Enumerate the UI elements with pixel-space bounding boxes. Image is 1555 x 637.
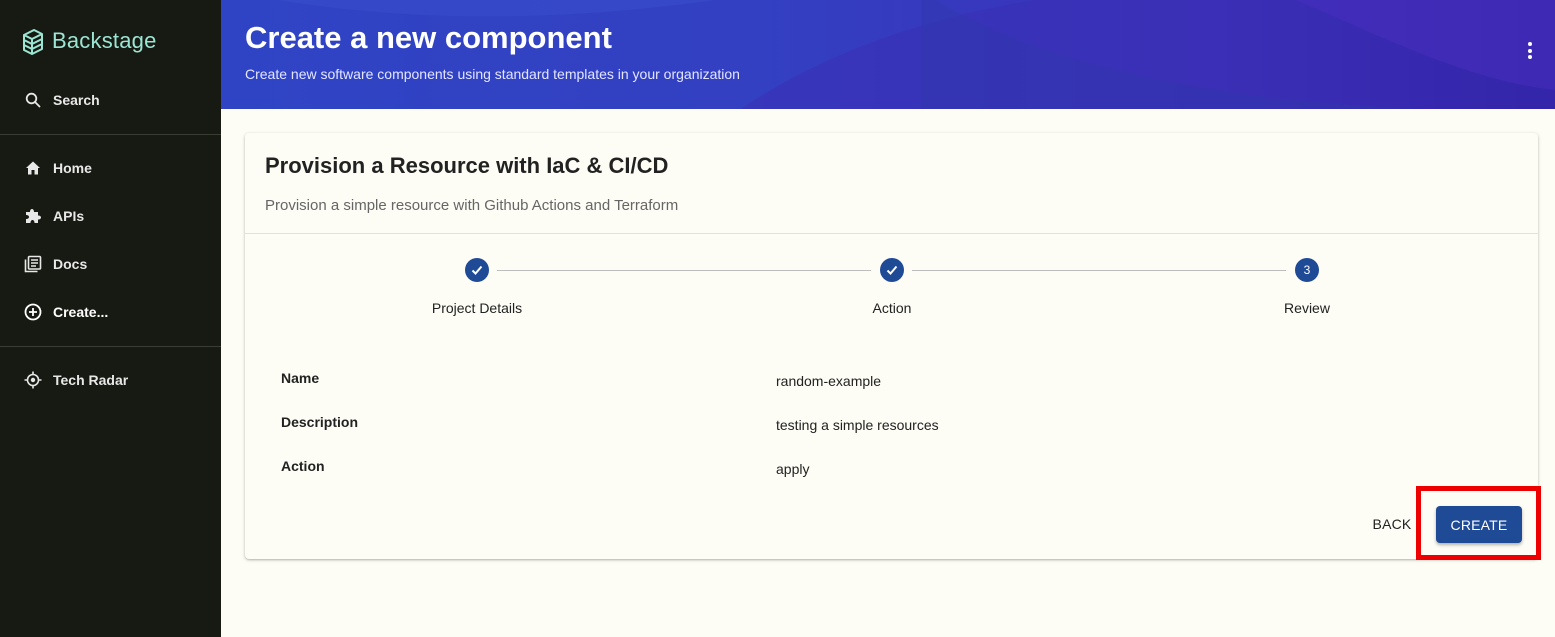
template-description: Provision a simple resource with Github … xyxy=(265,197,679,214)
step-number: 3 xyxy=(1295,258,1319,282)
sidebar-item-label: Create... xyxy=(53,304,109,320)
stepper-connector xyxy=(912,270,1286,271)
sidebar-divider xyxy=(0,134,221,135)
sidebar-item-search[interactable]: Search xyxy=(0,78,221,122)
sidebar-item-label: Tech Radar xyxy=(53,372,129,388)
sidebar-item-create[interactable]: Create... xyxy=(0,290,221,334)
step-label-action: Action xyxy=(872,300,912,316)
radar-icon xyxy=(24,371,42,389)
step-label-project-details: Project Details xyxy=(431,300,523,316)
page-header: Create a new component Create new softwa… xyxy=(221,0,1555,109)
sidebar-item-apis[interactable]: APIs xyxy=(0,194,221,238)
add-circle-icon xyxy=(24,303,42,321)
template-title: Provision a Resource with IaC & CI/CD xyxy=(265,153,669,178)
home-icon xyxy=(24,159,42,177)
step-label-review: Review xyxy=(1284,300,1330,316)
sidebar-divider xyxy=(0,346,221,347)
card-divider xyxy=(245,233,1538,234)
back-button[interactable]: BACK xyxy=(1365,511,1419,537)
puzzle-icon xyxy=(24,207,42,225)
review-value-description: testing a simple resources xyxy=(776,417,939,433)
page-title: Create a new component xyxy=(245,20,612,55)
review-label-description: Description xyxy=(281,414,359,430)
review-value-action: apply xyxy=(776,461,810,477)
docs-icon xyxy=(24,255,42,273)
stepper-connector xyxy=(497,270,871,271)
sidebar-item-docs[interactable]: Docs xyxy=(0,242,221,286)
backstage-logo-icon xyxy=(23,29,43,55)
sidebar-item-label: Home xyxy=(53,160,92,176)
review-label-action: Action xyxy=(281,458,325,474)
search-icon xyxy=(24,91,42,109)
step-completed-check-icon xyxy=(465,258,489,282)
sidebar-item-label: Docs xyxy=(53,256,88,272)
step-completed-check-icon xyxy=(880,258,904,282)
sidebar-item-tech-radar[interactable]: Tech Radar xyxy=(0,358,221,402)
sidebar-item-label: APIs xyxy=(53,208,85,224)
template-card: Provision a Resource with IaC & CI/CD Pr… xyxy=(245,133,1538,559)
sidebar-item-label: Search xyxy=(53,92,100,108)
app-name: Backstage xyxy=(52,28,157,53)
review-label-name: Name xyxy=(281,370,320,386)
create-button[interactable]: CREATE xyxy=(1436,506,1522,543)
backstage-logo[interactable]: Backstage xyxy=(20,24,157,58)
review-value-name: random-example xyxy=(776,373,882,389)
sidebar: Backstage Search Home APIs Docs Create..… xyxy=(0,0,221,637)
sidebar-item-home[interactable]: Home xyxy=(0,146,221,190)
page-subtitle: Create new software components using sta… xyxy=(245,66,740,82)
more-options-icon[interactable] xyxy=(1525,42,1535,62)
